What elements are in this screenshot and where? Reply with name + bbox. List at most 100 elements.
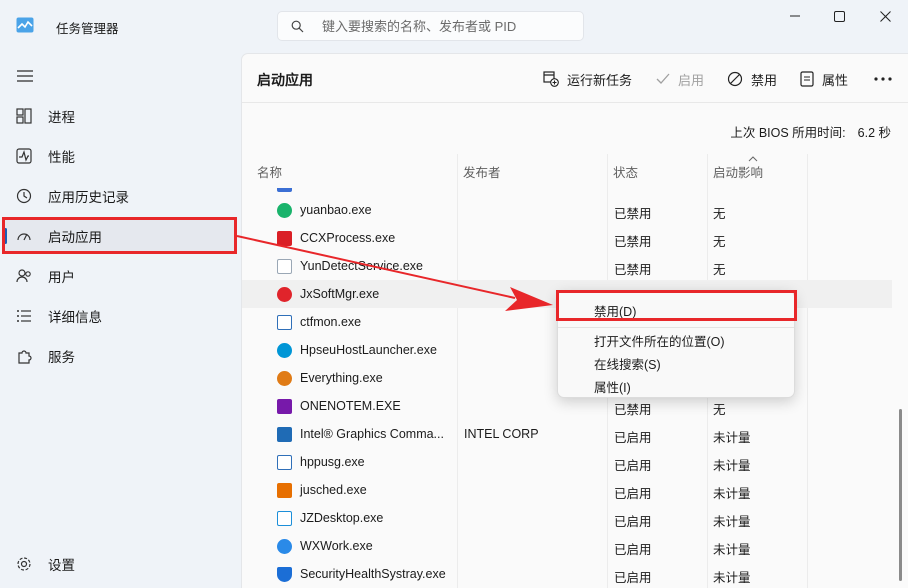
- table-row[interactable]: Intel® Graphics Comma... INTEL CORP 已启用 未计量: [242, 420, 892, 448]
- search-icon: [291, 20, 304, 33]
- sidebar-item-processes[interactable]: 进程: [3, 98, 235, 134]
- cell-status: 已启用: [614, 487, 652, 501]
- cell-name: ctfmon.exe: [300, 315, 362, 329]
- page-title: 启动应用: [257, 72, 313, 88]
- history-icon: [16, 188, 32, 204]
- table-row[interactable]: CCXProcess.exe 已禁用 无: [242, 224, 892, 252]
- disable-button[interactable]: 禁用: [727, 67, 777, 91]
- menu-item-search-online[interactable]: 在线搜索(S): [594, 354, 661, 373]
- table-row[interactable]: hppusg.exe 已启用 未计量: [242, 448, 892, 476]
- enable-button[interactable]: 启用: [656, 67, 704, 91]
- sidebar-item-services[interactable]: 服务: [3, 338, 235, 374]
- column-header-status[interactable]: 状态: [607, 154, 707, 188]
- column-header-impact[interactable]: 启动影响: [707, 154, 807, 188]
- menu-item-open-file-location[interactable]: 打开文件所在的位置(O): [594, 331, 725, 350]
- cell-impact: 未计量: [713, 543, 751, 557]
- table-row[interactable]: yuanbao.exe 已禁用 无: [242, 196, 892, 224]
- cell-impact: 无: [713, 207, 726, 221]
- cell-name: CCXProcess.exe: [300, 231, 396, 245]
- sidebar-item-users[interactable]: 用户: [3, 258, 235, 294]
- sidebar-item-label: 设置: [48, 558, 75, 573]
- cell-status: 已启用: [614, 459, 652, 473]
- java-icon: [277, 483, 292, 498]
- search-box[interactable]: [277, 11, 584, 41]
- table-row[interactable]: JZDesktop.exe 已启用 未计量: [242, 504, 892, 532]
- cell-status: 已禁用: [614, 263, 652, 277]
- magnifier-icon: [277, 371, 292, 386]
- cell-status: 已启用: [614, 571, 652, 585]
- search-input[interactable]: [322, 17, 572, 35]
- column-header-publisher[interactable]: 发布者: [457, 154, 607, 188]
- disable-circle-icon: [727, 71, 743, 87]
- menu-item-properties[interactable]: 属性(I): [594, 377, 631, 396]
- cell-status: 已禁用: [614, 403, 652, 417]
- column-header-label: 状态: [613, 165, 639, 180]
- cell-impact: 无: [713, 235, 726, 249]
- cell-name: JZDesktop.exe: [300, 511, 384, 525]
- table-row[interactable]: WXWork.exe 已启用 未计量: [242, 532, 892, 560]
- intel-icon: [277, 427, 292, 442]
- cell-impact: 未计量: [713, 459, 751, 473]
- hp-icon: [277, 343, 292, 358]
- cell-name: jusched.exe: [300, 483, 367, 497]
- cell-impact: 未计量: [713, 571, 751, 585]
- table-row[interactable]: jusched.exe 已启用 未计量: [242, 476, 892, 504]
- shield-icon: [277, 567, 292, 582]
- onenote-icon: [277, 399, 292, 414]
- close-icon: [879, 10, 891, 22]
- column-header-name[interactable]: 名称: [251, 154, 457, 188]
- hamburger-menu-button[interactable]: [12, 64, 38, 88]
- app-title: 任务管理器: [56, 22, 119, 36]
- sidebar-item-label: 详细信息: [48, 310, 102, 325]
- file-icon: [277, 259, 292, 274]
- annotation-highlight-disable: [556, 290, 797, 321]
- task-manager-logo-icon: [16, 17, 34, 33]
- cell-impact: 未计量: [713, 515, 751, 529]
- more-dots-icon: [874, 77, 892, 81]
- performance-icon: [16, 148, 32, 164]
- gear-icon: [17, 557, 31, 571]
- cell-publisher: INTEL CORP: [464, 427, 539, 441]
- cell-name: Intel® Graphics Comma...: [300, 427, 444, 441]
- window-icon: [277, 455, 292, 470]
- bios-value: 6.2 秒: [857, 126, 891, 140]
- run-new-task-button[interactable]: 运行新任务: [543, 67, 632, 91]
- minimize-icon: [790, 15, 800, 17]
- cell-name: SecurityHealthSystray.exe: [300, 567, 446, 581]
- properties-button[interactable]: 属性: [800, 67, 848, 91]
- cell-impact: 未计量: [713, 431, 751, 445]
- jxsoft-icon: [277, 287, 292, 302]
- details-list-icon: [17, 310, 31, 322]
- minimize-button[interactable]: [772, 0, 818, 32]
- more-options-button[interactable]: [874, 67, 900, 91]
- sidebar-item-label: 用户: [48, 270, 75, 285]
- sidebar-item-details[interactable]: 详细信息: [3, 298, 235, 334]
- table-row[interactable]: SecurityHealthSystray.exe 已启用 未计量: [242, 560, 892, 588]
- sidebar-item-app-history[interactable]: 应用历史记录: [3, 178, 235, 214]
- close-button[interactable]: [862, 0, 908, 32]
- processes-icon: [16, 108, 32, 124]
- sidebar-item-performance[interactable]: 性能: [3, 138, 235, 174]
- table-row[interactable]: YunDetectService.exe 已禁用 无: [242, 252, 892, 280]
- title-bar: 任务管理器: [0, 0, 908, 52]
- wxwork-icon: [277, 539, 292, 554]
- run-new-task-label: 运行新任务: [567, 72, 633, 88]
- sidebar-item-label: 应用历史记录: [48, 190, 129, 205]
- maximize-button[interactable]: [816, 0, 862, 32]
- disable-label: 禁用: [751, 72, 778, 88]
- column-header-label: 名称: [257, 165, 283, 180]
- sidebar-item-settings[interactable]: 设置: [3, 546, 235, 582]
- cell-status: 已启用: [614, 515, 652, 529]
- properties-icon: [800, 71, 814, 87]
- vertical-scrollbar[interactable]: [899, 409, 902, 581]
- partial-row-icon: [277, 188, 292, 192]
- desktop-icon: [277, 511, 292, 526]
- column-header-label: 发布者: [463, 165, 501, 180]
- bios-label: 上次 BIOS 所用时间:: [730, 126, 846, 140]
- properties-label: 属性: [822, 72, 849, 88]
- window-icon: [277, 315, 292, 330]
- cell-name: ONENOTEM.EXE: [300, 399, 401, 413]
- bios-time: 上次 BIOS 所用时间: 6.2 秒: [730, 122, 891, 141]
- column-header-label: 启动影响: [713, 165, 764, 180]
- users-icon: [16, 269, 31, 283]
